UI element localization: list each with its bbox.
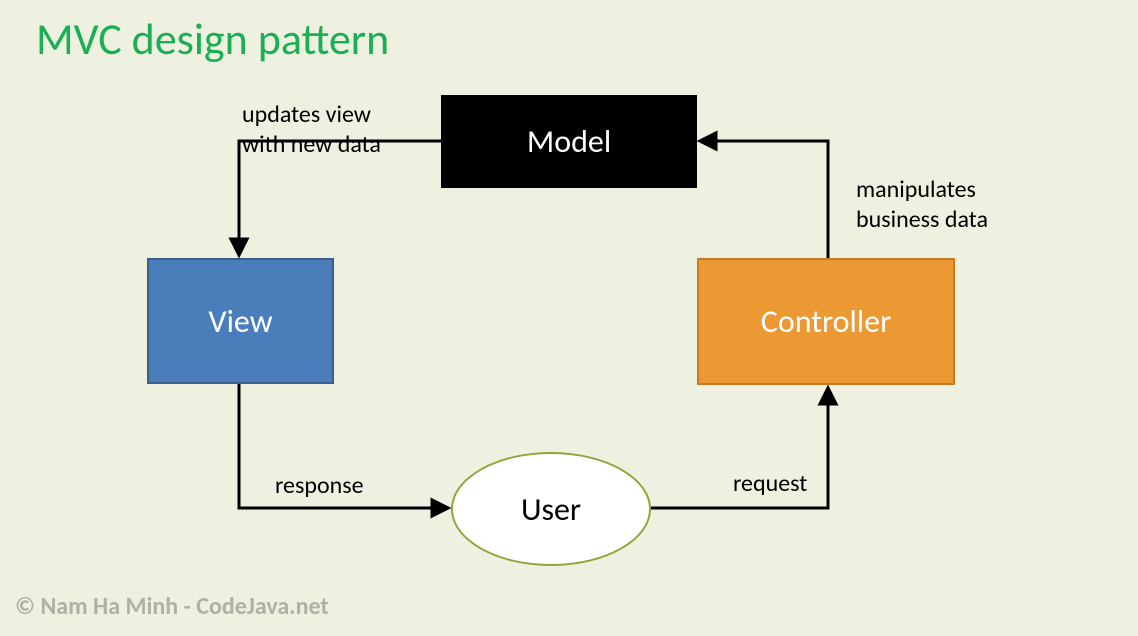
arrow-controller-to-model bbox=[701, 141, 828, 258]
node-user-label: User bbox=[521, 490, 581, 529]
node-view-label: View bbox=[208, 302, 272, 341]
footer-credit: © Nam Ha Minh - CodeJava.net bbox=[15, 592, 329, 621]
node-controller-label: Controller bbox=[761, 302, 891, 341]
node-controller: Controller bbox=[697, 258, 955, 385]
edge-label-model-to-view: updates viewwith new data bbox=[242, 100, 381, 160]
node-user: User bbox=[451, 452, 651, 566]
edge-label-user-to-controller: request bbox=[733, 469, 807, 499]
node-model: Model bbox=[441, 95, 697, 188]
edge-label-controller-to-model: manipulatesbusiness data bbox=[856, 175, 988, 235]
node-model-label: Model bbox=[527, 122, 611, 161]
page-title: MVC design pattern bbox=[36, 12, 389, 66]
edge-label-view-to-user: response bbox=[275, 471, 364, 501]
node-view: View bbox=[147, 258, 334, 384]
